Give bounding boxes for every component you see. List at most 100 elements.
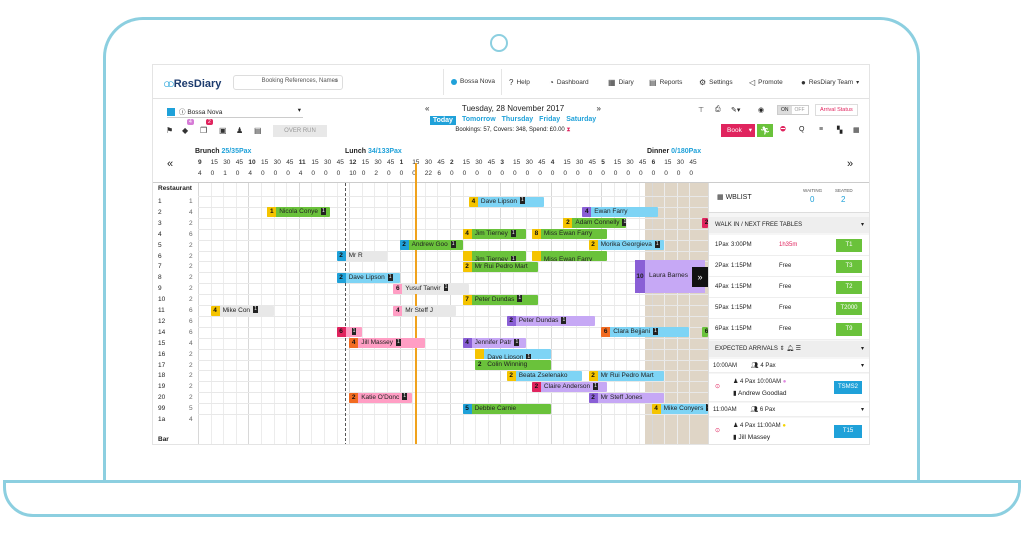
table-number[interactable]: 20 (158, 394, 165, 401)
assign-table-button[interactable]: TSMS2 (834, 381, 862, 394)
tab-thursday[interactable]: Thursday (502, 116, 534, 125)
table-number[interactable]: 3 (158, 220, 162, 227)
booking-block[interactable]: 5 Debbie Carnie (462, 403, 551, 414)
booking-block[interactable]: 2 Andrew Goo 1 (399, 240, 463, 251)
venue-select[interactable]: ⓘ Bossa Nova ▾ (167, 106, 303, 118)
booking-block[interactable]: 2 Mr Rui Pedro Mart (462, 261, 539, 272)
expected-arrivals-header[interactable]: EXPECTED ARRIVALS ⇕ 🔔︎ ☰ ▾ (709, 341, 869, 357)
scroll-left-icon[interactable]: « (167, 158, 173, 170)
tab-today[interactable]: Today (429, 116, 456, 125)
table-view-icon[interactable]: ▦ (853, 126, 860, 134)
booking-block[interactable]: 4Mike Conyers1 (651, 403, 708, 414)
booking-block[interactable]: 4 Jim Tierney 1 (462, 229, 526, 240)
table-number[interactable]: 19 (158, 383, 165, 390)
walk-in-row[interactable]: 1Pax 3:00PM 1h35m T1 (709, 235, 869, 256)
booking-block[interactable]: 2 Beata Zselenako (506, 370, 583, 381)
booking-block[interactable]: 6 Clara Bejjani 1 (601, 327, 690, 338)
table-number[interactable]: 14 (158, 329, 165, 336)
copy-icon[interactable]: ❐ (200, 126, 207, 135)
q-icon[interactable]: Q (799, 126, 804, 133)
table-number[interactable]: 12 (158, 318, 165, 325)
table-number[interactable]: 8 (158, 274, 162, 281)
help-link[interactable]: ? Help (509, 78, 530, 87)
booking-block[interactable]: 2 Katie O'Donc 1 (349, 392, 413, 403)
walk-in-section-header[interactable]: WALK IN / NEXT FREE TABLES ▾ (709, 217, 869, 233)
grid-view-icon[interactable]: ▚ (837, 126, 842, 134)
arrival-status-button[interactable]: Arrival Status (815, 104, 858, 116)
list-view-icon[interactable]: ≡ (819, 126, 823, 133)
table-number[interactable]: 18 (158, 372, 165, 379)
search-input[interactable]: Booking References, Names ⌕ (233, 75, 343, 90)
booking-block[interactable]: 2 Dave Lipson 1 (336, 272, 400, 283)
table-button[interactable]: T2 (836, 281, 862, 294)
venue-indicator[interactable]: Bossa Nova (451, 78, 495, 85)
next-date-icon[interactable]: » (597, 104, 601, 113)
booking-block[interactable]: 2 Adam Connelly 1 (563, 218, 627, 229)
table-number[interactable]: 10 (158, 296, 165, 303)
table-number[interactable]: 15 (158, 340, 165, 347)
booking-block[interactable]: 2 Mr Rui Pedro Mart (588, 370, 665, 381)
walk-in-row[interactable]: 6Pax 1:15PM Free T9 (709, 319, 869, 340)
tab-saturday[interactable]: Saturday (566, 116, 596, 125)
walk-in-row[interactable]: 5Pax 1:15PM Free T2000 (709, 298, 869, 319)
tag-icon[interactable]: ◆ (182, 126, 188, 135)
over-run-button[interactable]: OVER RUN (273, 125, 327, 137)
booking-block[interactable]: 2 Colin Winning (475, 360, 551, 370)
assign-table-button[interactable]: T15 (834, 425, 862, 438)
table-button[interactable]: T1 (836, 239, 862, 252)
diary-link[interactable]: ▦ Diary (608, 78, 634, 87)
table-number[interactable]: 2 (158, 209, 162, 216)
table-button[interactable]: T9 (836, 323, 862, 336)
table-number[interactable]: 1a (158, 416, 165, 423)
booking-block[interactable]: 4 Mr Steff J (393, 305, 457, 316)
prev-date-icon[interactable]: « (425, 104, 429, 113)
book-button[interactable]: Book ▾ (721, 124, 755, 137)
eye-icon[interactable]: ◉ (758, 106, 764, 114)
table-number[interactable]: 5 (158, 242, 162, 249)
tab-tomorrow[interactable]: Tomorrow (462, 116, 496, 125)
booking-block[interactable]: 6 Yusuf Tanvir 1 (393, 283, 469, 294)
booking-block[interactable]: 61 (336, 327, 362, 338)
table-number[interactable]: 9 (158, 285, 162, 292)
table-number[interactable]: 6 (158, 253, 162, 260)
table-number[interactable]: 4 (158, 231, 162, 238)
table-number[interactable]: 11 (158, 307, 165, 314)
booking-block[interactable]: 4 Jennifer Patr 1 (462, 338, 526, 349)
booking-block[interactable]: Jim Tierney 1 (462, 251, 526, 261)
booking-block[interactable]: 4 Dave Lipson 1 (468, 196, 545, 207)
booking-block[interactable]: 4 Ewan Farry (582, 207, 658, 218)
table-button[interactable]: T2000 (836, 302, 862, 315)
scroll-right-icon[interactable]: » (847, 158, 853, 170)
promote-link[interactable]: ◁ Promote (749, 78, 783, 87)
arrival-entry[interactable]: ⊙ ♟ 4 Pax 10:00AM ● ▮ Andrew Goodlad TSM… (709, 374, 869, 402)
booking-block[interactable]: 8 Miss Ewan Farry (531, 229, 608, 240)
table-number[interactable]: 7 (158, 263, 162, 270)
dashboard-link[interactable]: ◔ Dashboard (549, 78, 589, 87)
add-user-icon[interactable]: ♟ (236, 126, 243, 135)
reports-link[interactable]: ▤ Reports (649, 78, 682, 87)
no-entry-icon[interactable]: ⛔︎ (780, 126, 786, 134)
expand-panel-button[interactable]: » (692, 267, 708, 287)
booking-block[interactable]: 2 Mr Steff Jones (588, 392, 665, 403)
booking-block[interactable]: 2 Morika Georgieva 1 (588, 240, 665, 251)
search-user-icon[interactable]: ▤ (254, 126, 262, 135)
booking-block[interactable]: Dave Lipson 1 (475, 349, 551, 360)
print-icon[interactable]: ⎙ (715, 106, 721, 114)
booking-block[interactable]: 2 Mr R (336, 251, 387, 261)
bell-icon[interactable]: 🔔︎ (786, 346, 794, 352)
table-button[interactable]: T3 (836, 260, 862, 273)
walk-in-row[interactable]: 2Pax 1:15PM Free T3 (709, 256, 869, 277)
date-label[interactable]: Tuesday, 28 November 2017 (462, 104, 564, 113)
booking-block[interactable]: Miss Ewan Farry (531, 251, 608, 261)
card-icon[interactable]: ▣ (219, 126, 227, 135)
booking-block[interactable]: 4 Mike Con 1 (210, 305, 274, 316)
table-number[interactable]: 16 (158, 351, 165, 358)
booking-block[interactable]: 7 Peter Dundas 1 (462, 294, 539, 305)
table-number[interactable]: 17 (158, 362, 165, 369)
walk-in-row[interactable]: 4Pax 1:15PM Free T2 (709, 277, 869, 298)
list-icon[interactable]: ☰ (796, 346, 801, 352)
settings-link[interactable]: ⚙ Settings (699, 78, 733, 87)
toggle-switch[interactable]: ON OFF (777, 105, 809, 115)
table-number[interactable]: 99 (158, 405, 165, 412)
booking-block[interactable]: 2 Claire Anderson 1 (531, 381, 608, 392)
